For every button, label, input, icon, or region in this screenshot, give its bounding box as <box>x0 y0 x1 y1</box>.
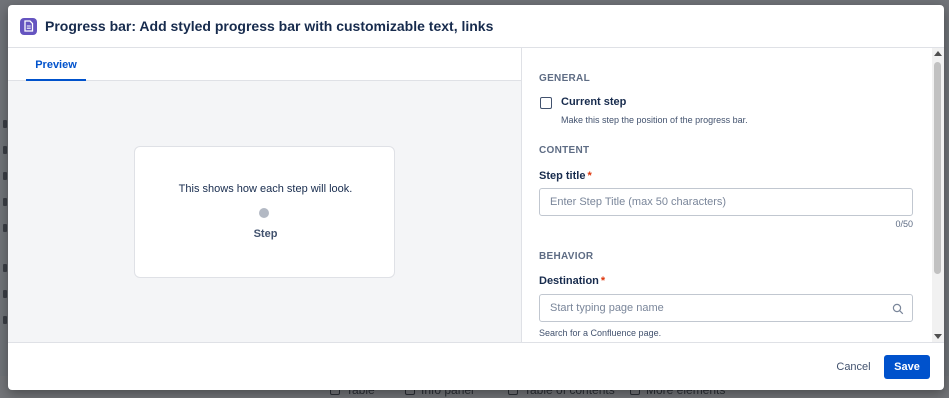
config-scrollbar[interactable] <box>932 48 944 342</box>
step-title-char-counter: 0/50 <box>895 219 913 229</box>
step-label: Step <box>253 228 278 240</box>
config-pane: GENERAL Current step Make this step the … <box>522 48 944 342</box>
required-marker: * <box>600 275 606 287</box>
section-heading-content: CONTENT <box>539 145 590 156</box>
preview-pane: Preview This shows how each step will lo… <box>8 48 521 342</box>
scroll-up-icon[interactable] <box>934 51 942 56</box>
destination-help: Search for a Confluence page. <box>539 328 662 338</box>
current-step-label[interactable]: Current step <box>561 96 626 108</box>
step-preview-card: This shows how each step will look. Step <box>134 146 395 278</box>
scroll-down-icon[interactable] <box>934 334 942 339</box>
section-heading-general: GENERAL <box>539 73 590 84</box>
current-step-checkbox[interactable] <box>540 97 552 109</box>
save-button[interactable]: Save <box>884 355 930 379</box>
step-title-input[interactable] <box>539 188 913 216</box>
current-step-help: Make this step the position of the progr… <box>561 115 748 125</box>
document-icon <box>20 17 37 35</box>
dialog-header: Progress bar: Add styled progress bar wi… <box>8 5 944 47</box>
destination-label: Destination * <box>539 275 606 287</box>
tab-preview[interactable]: Preview <box>26 48 86 81</box>
step-title-label: Step title * <box>539 170 592 182</box>
search-icon[interactable] <box>892 302 904 315</box>
destination-search-input[interactable] <box>539 294 913 322</box>
footer-divider <box>8 342 944 343</box>
cancel-button[interactable]: Cancel <box>831 355 876 379</box>
scrollbar-thumb[interactable] <box>934 62 941 274</box>
progress-bar-dialog: Progress bar: Add styled progress bar wi… <box>8 5 944 390</box>
required-marker: * <box>587 170 592 182</box>
step-dot-icon <box>259 208 269 218</box>
tab-active-indicator <box>26 79 86 81</box>
section-heading-behavior: BEHAVIOR <box>539 251 594 262</box>
preview-description: This shows how each step will look. <box>178 183 353 195</box>
tabs-bar: Preview <box>8 48 521 81</box>
dialog-title: Progress bar: Add styled progress bar wi… <box>45 18 494 34</box>
